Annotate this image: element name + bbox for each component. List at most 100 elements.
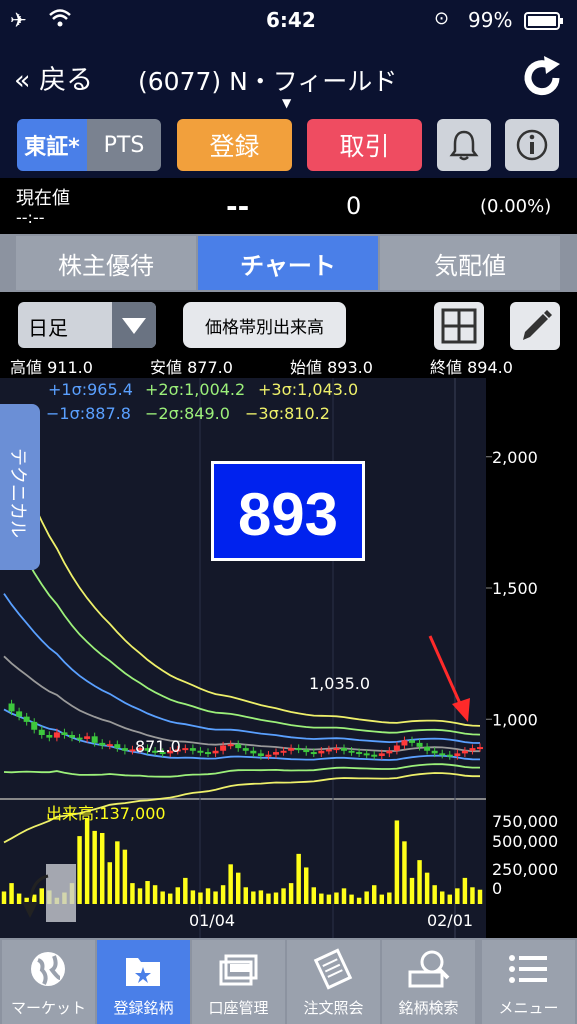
candle (69, 735, 75, 738)
draw-button[interactable] (510, 302, 560, 350)
price-chart[interactable]: 2,000 1,500 1,000 750,000500,000 250,0000 01/… (0, 378, 577, 938)
candle (114, 744, 121, 749)
bottom-tab-menu[interactable]: メニュー (482, 940, 575, 1024)
candle (53, 732, 60, 738)
tab-shareholder-benefits[interactable]: 株主優待 (16, 236, 196, 290)
candle (318, 750, 325, 754)
volume-bar (137, 888, 143, 904)
date-axis-tick: 01/04 (189, 911, 235, 930)
candle (61, 732, 68, 735)
candle (31, 721, 38, 730)
bottom-tab-stock-search[interactable]: 銘柄検索 (382, 940, 475, 1024)
price-time: --:-- (16, 208, 45, 227)
volume-bar (326, 894, 332, 904)
price-axis-tick: 1,000 (492, 710, 538, 729)
pencil-icon (523, 310, 552, 340)
pts-market-button[interactable]: PTS (87, 119, 161, 171)
candle (416, 742, 423, 747)
candle (378, 753, 385, 756)
candle (341, 748, 347, 751)
clock: 6:42 (266, 8, 316, 32)
volume-bar (84, 818, 90, 904)
volume-bar (175, 887, 181, 904)
register-button[interactable]: 登録 (177, 119, 292, 171)
volume-bar (356, 897, 362, 904)
volume-bar (77, 836, 82, 904)
back-button[interactable]: « 戻る (14, 58, 93, 97)
candle (265, 754, 272, 757)
volume-bar (251, 891, 256, 904)
volume-profile-button[interactable]: 価格帯別出来高 (183, 302, 346, 348)
volume-axis-tick: 500,000 (492, 832, 558, 851)
volume-bar (311, 887, 317, 904)
volume-bar (477, 889, 483, 904)
info-icon (516, 129, 548, 161)
candle (348, 750, 355, 753)
candle (424, 746, 431, 751)
tab-chart[interactable]: チャート (198, 236, 378, 290)
volume-axis-tick: 750,000 (492, 812, 558, 831)
candle (439, 753, 446, 756)
wifi-icon (48, 8, 72, 33)
alert-button[interactable] (437, 119, 491, 171)
volume-bar (387, 892, 392, 904)
volume-bar (424, 872, 430, 904)
detail-tabs: 株主優待 チャート 気配値 (0, 234, 577, 292)
bottom-tab-watchlist[interactable]: 登録銘柄 (97, 940, 190, 1024)
candle (371, 754, 378, 757)
candle (8, 703, 15, 712)
volume-bar (145, 881, 150, 904)
band-minus1: −1σ:887.8 (46, 404, 131, 423)
candle (454, 753, 461, 756)
refresh-icon[interactable] (518, 54, 566, 102)
volume-bar (334, 892, 339, 904)
volume-bar (470, 887, 475, 904)
airplane-icon: ✈ (10, 8, 27, 32)
status-bar: ✈ 6:42 ⊙ 99% (0, 0, 577, 40)
bottom-tab-account[interactable]: 口座管理 (192, 940, 285, 1024)
candle (16, 711, 23, 717)
candle (280, 750, 287, 753)
bottom-tab-market[interactable]: マーケット (2, 940, 95, 1024)
price-change: 0 (346, 192, 362, 220)
chevron-down-icon (112, 302, 156, 348)
candle (235, 744, 242, 749)
high-price: 高値 911.0 (10, 358, 93, 377)
info-button[interactable] (505, 119, 559, 171)
technical-drawer-tab[interactable]: テクニカル (0, 404, 40, 570)
title-dropdown-icon[interactable]: ▼ (282, 96, 291, 110)
tse-market-button[interactable]: 東証* (17, 119, 87, 171)
volume-bar (296, 853, 301, 904)
navigation-bar: « 戻る (6077) N・フィールド ▼ (0, 40, 577, 112)
bottom-tab-label: 注文照会 (303, 999, 364, 1017)
band-minus3: −3σ:810.2 (245, 404, 330, 423)
volume-bar (319, 893, 324, 904)
trade-button[interactable]: 取引 (307, 119, 422, 171)
volume-bar (152, 885, 158, 904)
band-minus2: −2σ:849.0 (145, 404, 230, 423)
volume-bar (122, 849, 128, 904)
search-icon (408, 950, 450, 988)
globe-icon (31, 952, 65, 986)
open-price: 始値 893.0 (290, 358, 373, 377)
candle (121, 748, 128, 751)
stock-title[interactable]: (6077) N・フィールド (138, 62, 397, 98)
volume-bar (349, 894, 354, 904)
candle (386, 750, 393, 754)
technical-tab-label: テクニカル (7, 448, 28, 538)
candle (23, 716, 30, 722)
candle (477, 747, 483, 750)
bottom-tab-orders[interactable]: 注文照会 (287, 940, 380, 1024)
volume-bar (9, 883, 14, 904)
account-icon (219, 954, 258, 986)
candle (84, 736, 91, 739)
period-select[interactable]: 日足 (18, 302, 156, 348)
price-change-percent: (0.00%) (480, 196, 552, 217)
candle (182, 748, 189, 751)
candle (446, 754, 453, 757)
layout-grid-button[interactable] (434, 302, 484, 350)
tab-order-book[interactable]: 気配値 (380, 236, 560, 290)
candle (363, 753, 370, 756)
candle (333, 748, 340, 751)
price-tooltip: 893 (211, 461, 365, 561)
